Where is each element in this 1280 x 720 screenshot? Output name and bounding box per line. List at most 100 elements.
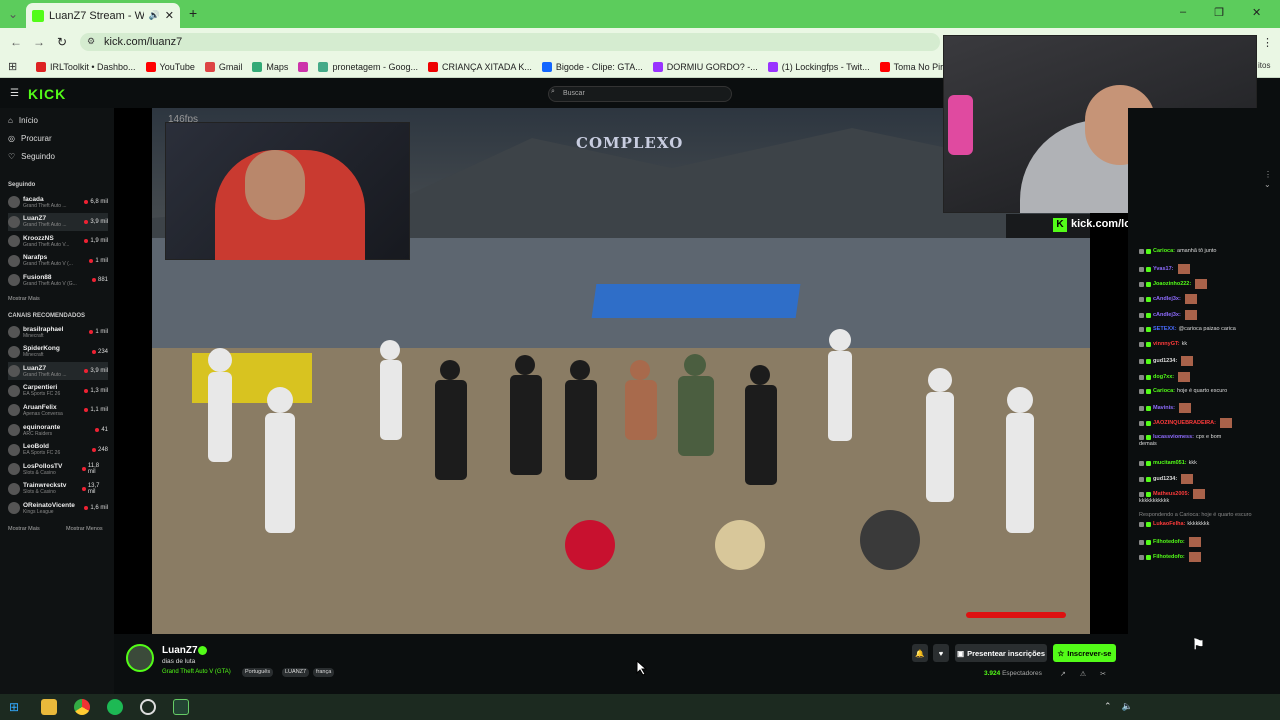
search-input[interactable]: Buscar [548,86,732,102]
chat-username[interactable]: mucitam051: [1153,460,1187,466]
chat-username[interactable]: lucassviomess: [1153,434,1194,440]
chat-message[interactable]: Mavinis: [1139,403,1192,413]
site-info-icon[interactable]: ⚙ [87,36,95,47]
channel-name[interactable]: LuanZ7 [162,645,198,656]
game-launcher-icon[interactable] [173,699,189,715]
bookmark-1[interactable]: YouTube [145,61,195,72]
chat-username[interactable]: gud1234: [1153,476,1177,482]
chat-username[interactable]: cAndlej3x: [1153,296,1181,302]
show-more-button[interactable]: Mostrar Mais [8,296,40,302]
maximize-icon[interactable]: ❐ [1214,6,1224,19]
chat-username[interactable]: Carioca: [1153,388,1175,394]
sidebar-channel[interactable]: LuanZ7 Grand Theft Auto ... 3,9 mil [8,212,108,231]
back-icon[interactable]: ← [10,35,22,49]
menu-icon[interactable]: ☰ [10,88,19,99]
bookmark-0[interactable]: IRLToolkit • Dashbo... [36,61,136,72]
follow-heart-button[interactable]: ♥ [933,644,949,662]
bookmarks-overflow[interactable]: itos [1258,61,1270,70]
sidebar-channel[interactable]: AruanFelix Apenas Conversa 1,1 mil [8,401,108,419]
sidebar-channel[interactable]: Narafps Grand Theft Auto V (... 1 mil [8,252,108,270]
kick-logo[interactable]: KICK [28,86,66,102]
chat-message[interactable]: demais [1139,441,1157,447]
sidebar-channel[interactable]: SpiderKong Minecraft 234 [8,343,108,361]
chat-username[interactable]: dog7xx: [1153,374,1174,380]
new-tab-button[interactable]: + [189,5,197,21]
windows-start-icon[interactable]: ⊞ [9,700,19,714]
chat-message[interactable]: Filhotedofo: [1139,537,1201,547]
speaker-icon[interactable]: 🔊 [149,10,160,21]
chat-username[interactable]: cAndlej3x: [1153,312,1181,318]
chat-message[interactable]: vinnnyGT: kk [1139,341,1187,347]
bookmark-8[interactable]: DORMIU GORDO? -... [652,61,758,72]
chat-username[interactable]: Filhotedofo: [1153,539,1185,545]
sidebar-channel[interactable]: LuanZ7 Grand Theft Auto ... 3,9 mil [8,362,108,381]
forward-icon[interactable]: → [33,35,45,49]
reload-icon[interactable]: ↻ [57,35,67,49]
chat-username[interactable]: Matheus2005: [1153,491,1189,497]
chat-message[interactable]: Carioca: hoje é quarto escuro [1139,388,1227,394]
notification-bell-button[interactable]: 🔔 [912,644,928,662]
chat-username[interactable]: Mavinis: [1153,405,1175,411]
chat-message[interactable]: dog7xx: [1139,372,1191,382]
show-more-recommended-button[interactable]: Mostrar Mais [8,526,40,532]
bookmark-7[interactable]: Bigode - Clipe: GTA... [541,61,643,72]
chat-message[interactable]: Yvas17: [1139,264,1190,274]
apps-icon[interactable]: ⊞ [8,60,17,73]
file-explorer-icon[interactable] [41,699,57,715]
tab-list-icon[interactable]: ⌄ [8,7,18,21]
chat-message[interactable]: kkkkkkkkkkk [1139,498,1169,504]
chat-username[interactable]: LukaoFelha: [1153,521,1185,527]
sidebar-channel[interactable]: KroozzNS Grand Theft Auto V... 1,9 mil [8,232,108,250]
tag-franca[interactable]: frança [313,668,335,677]
minimize-icon[interactable]: – [1180,6,1186,19]
chrome-icon[interactable] [74,699,90,715]
close-window-icon[interactable]: ✕ [1252,6,1261,19]
chat-message[interactable]: JAOZINQUEBRADEIRA: [1139,418,1232,428]
tray-overflow-icon[interactable]: ⌃ [1104,701,1112,712]
tag-luanz7[interactable]: LUANZ7 [282,668,310,677]
chat-message[interactable]: Respondendo a Carioca: hoje é quarto esc… [1139,512,1252,518]
chat-message[interactable]: lucassviomess: cpx e bom [1139,434,1221,440]
close-tab-icon[interactable]: ✕ [165,9,174,22]
sidebar-channel[interactable]: facada Grand Theft Auto ... 6,8 mil [8,193,108,211]
nav-home[interactable]: ⌂ Início [8,116,38,125]
chat-message[interactable]: Carioca: amanhã tô junto [1139,248,1216,254]
show-less-button[interactable]: Mostrar Menos [66,526,103,532]
chat-message[interactable]: gud1234: [1139,356,1194,366]
chat-username[interactable]: vinnnyGT: [1153,341,1180,347]
tag-language[interactable]: Português [242,668,274,677]
chat-username[interactable]: Filhotedofo: [1153,554,1185,560]
sidebar-channel[interactable]: LosPollosTV Slots & Casino 11,8 mil [8,460,108,478]
nav-following[interactable]: ♡ Seguindo [8,152,55,161]
sidebar-channel[interactable]: Carpentieri EA Sports FC 26 1,3 mil [8,382,108,400]
url-field[interactable]: kick.com/luanz7 [80,33,940,51]
chat-username[interactable]: gud1234: [1153,358,1177,364]
chat-message[interactable]: Filhotedofo: [1139,552,1201,562]
bookmark-3[interactable]: Maps [252,61,288,72]
chat-username[interactable]: Yvas17: [1153,266,1174,272]
sidebar-channel[interactable]: equinorante ARC Raiders 41 [8,421,108,439]
report-icon[interactable]: ⚠ [1080,670,1086,678]
obs-icon[interactable] [140,699,156,715]
chat-message[interactable]: gud1234: [1139,474,1194,484]
chat-message[interactable]: cAndlej3x: [1139,310,1197,320]
volume-icon[interactable]: 🔈 [1122,701,1133,712]
chat-username[interactable]: SETEXX: [1153,326,1177,332]
browser-tab[interactable]: LuanZ7 Stream - Watch Live 🔊 ✕ [26,3,180,28]
chat-username[interactable]: JAOZINQUEBRADEIRA: [1153,420,1216,426]
chat-message[interactable]: Joaozinho222: [1139,279,1208,289]
sidebar-channel[interactable]: OReinatoVicente Kings League 1,6 mil [8,499,108,517]
bookmark-5[interactable]: pronetagem - Goog... [318,61,418,72]
bookmark-4[interactable] [298,61,309,72]
nav-browse[interactable]: ◎ Procurar [8,134,52,143]
sidebar-channel[interactable]: Trainwreckstv Slots & Casino 13,7 mil [8,480,108,498]
bookmark-9[interactable]: (1) Lockingfps - Twit... [767,61,870,72]
game-link[interactable]: Grand Theft Auto V (GTA) [162,669,231,675]
browser-menu-icon[interactable]: ⋮ [1262,36,1273,49]
chat-message[interactable]: LukaoFelha: kkkkkkkk [1139,521,1209,527]
sidebar-channel[interactable]: brasilraphael Minecraft 1 mil [8,323,108,341]
subscribe-button[interactable]: ☆ Inscrever-se [1053,644,1116,662]
chat-username[interactable]: Joaozinho222: [1153,281,1191,287]
sidebar-channel[interactable]: Fusion88 Grand Theft Auto V (G... 881 [8,271,108,289]
chat-message[interactable]: cAndlej3x: [1139,294,1197,304]
